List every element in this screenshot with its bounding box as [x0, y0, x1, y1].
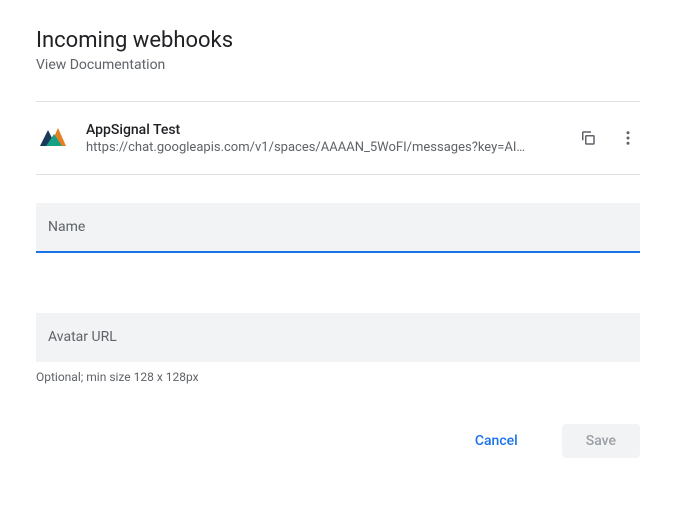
appsignal-logo-icon	[36, 120, 72, 156]
webhook-name: AppSignal Test	[86, 122, 564, 138]
more-vertical-icon	[619, 129, 637, 147]
divider	[36, 174, 640, 175]
page-title: Incoming webhooks	[36, 28, 640, 53]
save-button: Save	[562, 424, 640, 458]
copy-button[interactable]	[576, 126, 600, 150]
view-documentation-link[interactable]: View Documentation	[36, 57, 640, 73]
dialog-container: Incoming webhooks View Documentation App…	[36, 28, 640, 458]
more-options-button[interactable]	[616, 126, 640, 150]
form-section: Optional; min size 128 x 128px	[36, 203, 640, 384]
webhook-row: AppSignal Test https://chat.googleapis.c…	[36, 102, 640, 174]
avatar-url-input[interactable]	[36, 313, 640, 362]
webhook-info: AppSignal Test https://chat.googleapis.c…	[86, 122, 564, 155]
webhook-avatar	[36, 120, 72, 156]
button-row: Cancel Save	[36, 424, 640, 458]
webhook-actions	[576, 126, 640, 150]
name-input[interactable]	[36, 203, 640, 253]
avatar-helper-text: Optional; min size 128 x 128px	[36, 370, 640, 384]
webhook-url: https://chat.googleapis.com/v1/spaces/AA…	[86, 140, 526, 155]
cancel-button[interactable]: Cancel	[451, 424, 542, 458]
copy-icon	[579, 129, 597, 147]
